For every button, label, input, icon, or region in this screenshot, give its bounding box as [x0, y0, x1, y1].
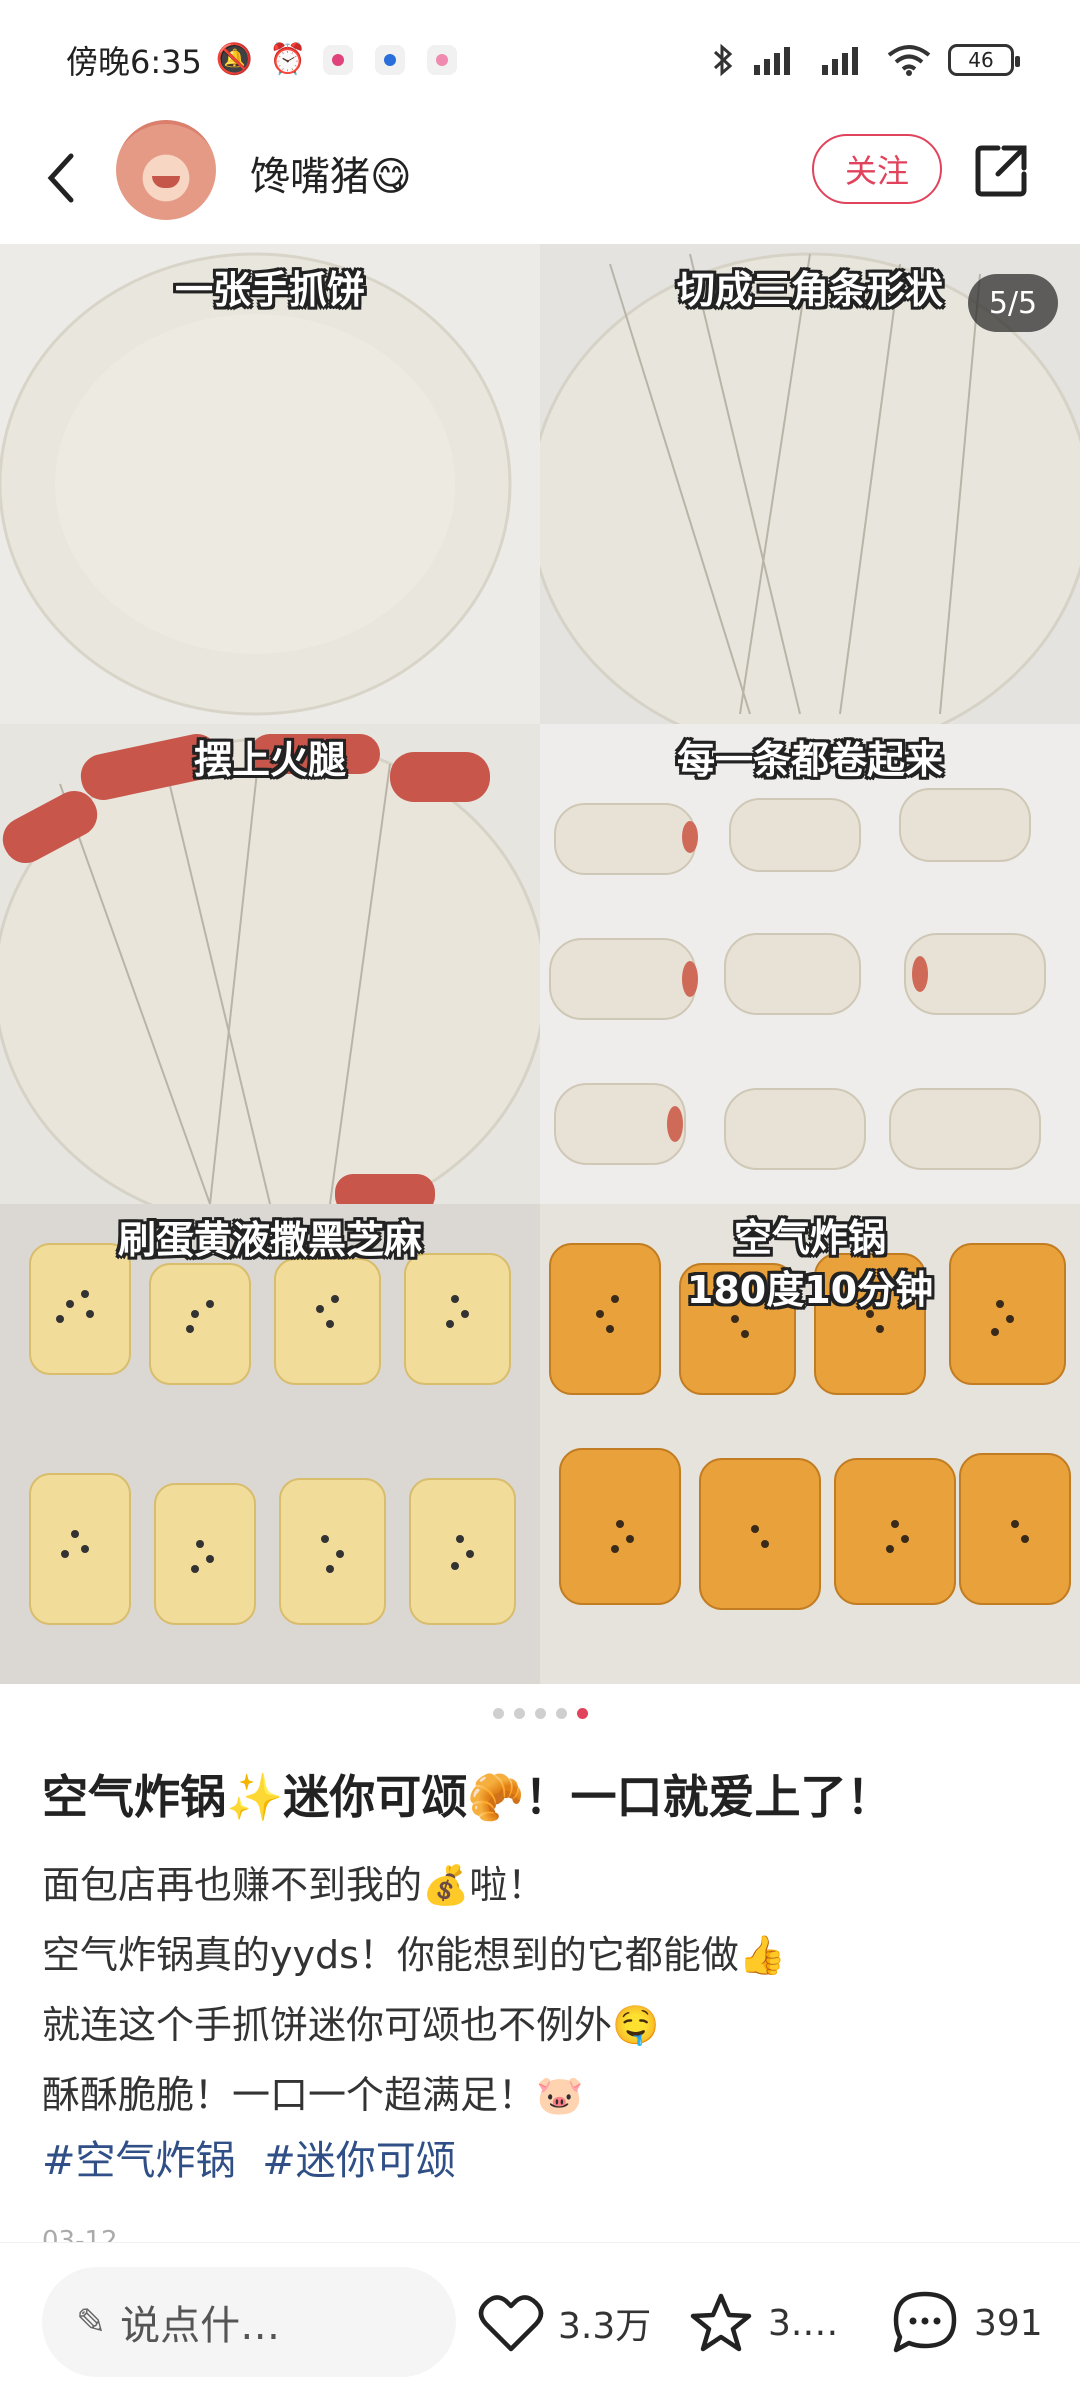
step-caption: 刷蛋黄液撒黑芝麻 [117, 1218, 422, 1262]
note-header: 馋嘴猪😋 关注 [0, 120, 1080, 236]
step-caption-line: 180度10分钟 [686, 1268, 934, 1312]
pagination-dot-active[interactable] [576, 1708, 588, 1719]
comment-bubble-icon [893, 2291, 957, 2353]
mute-icon: 🔕 [215, 42, 254, 77]
photo-egg-wash: 刷蛋黄液撒黑芝麻 [0, 1204, 540, 1684]
step-caption: 一张手抓饼 [174, 268, 365, 312]
status-right: 46 [712, 43, 1020, 77]
gallery-pagination [0, 1708, 1080, 1719]
step-caption-line: 空气炸锅 [733, 1216, 886, 1260]
note-detail-screen: 傍晚6:35 🔕 ⏰ 46 馋嘴猪😋 关注 一张手抓饼 切成三角条形状 摆上火腿… [0, 0, 1080, 2400]
battery-level: 46 [968, 48, 994, 72]
collect-button[interactable]: 3.… [688, 2291, 838, 2355]
photo-pancake: 一张手抓饼 [0, 244, 540, 724]
signal-icon [754, 47, 790, 75]
app-notification-icon [374, 45, 405, 75]
app-notification-icon [322, 45, 353, 75]
avatar[interactable] [116, 120, 216, 220]
photo-air-fried: 空气炸锅 180度10分钟 [540, 1204, 1080, 1684]
heart-icon [478, 2295, 544, 2352]
image-gallery[interactable]: 一张手抓饼 切成三角条形状 摆上火腿 每一条都卷起来 刷蛋黄液撒黑芝麻 空气炸锅… [0, 244, 1080, 1684]
bottom-action-bar: ✎ 说点什… 3.3万 3.… 391 [0, 2242, 1080, 2400]
comment-placeholder: 说点什… [120, 2303, 281, 2349]
photo-rolled: 每一条都卷起来 [540, 724, 1080, 1204]
star-icon [690, 2293, 752, 2352]
post-body: 面包店再也赚不到我的💰啦！ 空气炸锅真的yyds！你能想到的它都能做👍 就连这个… [42, 1850, 1042, 2130]
follow-button[interactable]: 关注 [812, 134, 942, 204]
post-body-line: 面包店再也赚不到我的💰啦！ [42, 1863, 546, 1907]
post-body-line: 酥酥脆脆！一口一个超满足！🐷 [42, 2073, 584, 2117]
alarm-icon: ⏰ [269, 42, 307, 77]
app-notification-icon [426, 45, 457, 75]
share-icon [975, 145, 1027, 197]
author-name-text: 馋嘴猪 [250, 154, 370, 200]
egg-wash-illustration [0, 1204, 540, 1684]
status-time: 傍晚6:35 [66, 43, 202, 81]
status-bar: 傍晚6:35 🔕 ⏰ 46 [0, 0, 1080, 120]
step-caption: 每一条都卷起来 [676, 738, 943, 782]
like-button[interactable]: 3.3万 [478, 2291, 651, 2355]
wifi-icon [887, 45, 931, 76]
author-name-emoji: 😋 [370, 154, 412, 200]
comment-input[interactable]: ✎ 说点什… [42, 2267, 456, 2377]
step-caption: 空气炸锅 180度10分钟 [540, 1212, 1080, 1316]
signal-icon [822, 47, 858, 75]
hashtag-link[interactable]: #空气炸锅 [42, 2138, 236, 2184]
rolled-dough-illustration [540, 724, 1080, 1204]
image-counter-badge: 5/5 [968, 274, 1058, 332]
author-name[interactable]: 馋嘴猪😋 [250, 144, 412, 202]
pagination-dot[interactable] [555, 1708, 567, 1719]
ham-placement-illustration [0, 724, 540, 1204]
collect-count: 3.… [768, 2302, 839, 2344]
post-body-line: 空气炸锅真的yyds！你能想到的它都能做👍 [42, 1933, 787, 1977]
pagination-dot[interactable] [513, 1708, 525, 1719]
like-count: 3.3万 [558, 2306, 652, 2347]
step-caption: 摆上火腿 [193, 738, 346, 782]
battery-indicator: 46 [948, 44, 1020, 76]
post-tags: #空气炸锅 #迷你可颂 [42, 2126, 470, 2196]
comment-count: 391 [974, 2302, 1043, 2344]
pencil-icon: ✎ [76, 2301, 107, 2343]
post-title: 空气炸锅✨迷你可颂🥐！一口就爱上了！ [42, 1770, 893, 1824]
back-button[interactable] [36, 146, 84, 210]
comment-button[interactable]: 391 [890, 2291, 1043, 2355]
bluetooth-icon [713, 43, 733, 77]
share-button[interactable] [974, 142, 1030, 198]
pagination-dot[interactable] [534, 1708, 546, 1719]
hashtag-link[interactable]: #迷你可颂 [262, 2138, 456, 2184]
pagination-dot[interactable] [492, 1708, 504, 1719]
post-body-line: 就连这个手抓饼迷你可颂也不例外🤤 [42, 2003, 660, 2047]
pancake-illustration [0, 244, 540, 724]
photo-ham-placed: 摆上火腿 [0, 724, 540, 1204]
chevron-left-icon [47, 153, 74, 203]
